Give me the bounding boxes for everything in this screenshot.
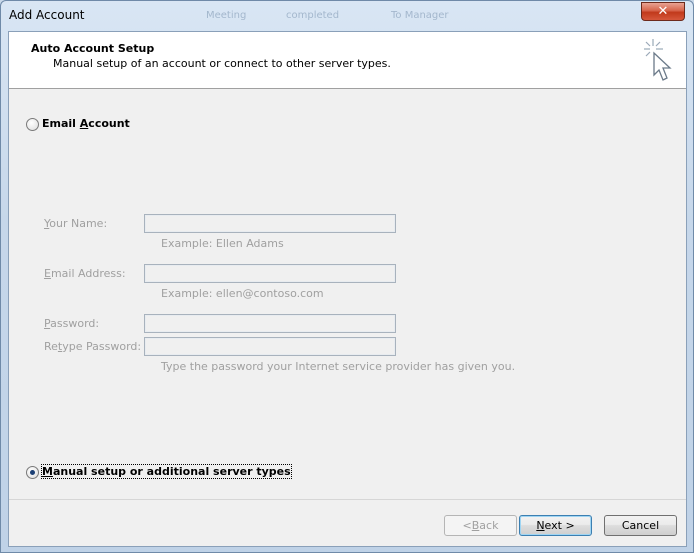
page-subtitle: Manual setup of an account or connect to… bbox=[53, 57, 391, 70]
email-account-label[interactable]: Email Account bbox=[42, 117, 130, 130]
cursor-sparkle-icon bbox=[644, 39, 672, 81]
your-name-label: Your Name: bbox=[44, 217, 108, 230]
email-account-radio[interactable] bbox=[26, 118, 39, 131]
wizard-header: Auto Account Setup Manual setup of an ac… bbox=[9, 32, 686, 89]
retype-password-input[interactable] bbox=[144, 337, 396, 356]
window-title: Add Account bbox=[9, 8, 85, 22]
email-address-label: Email Address: bbox=[44, 267, 126, 280]
background-taskbar-item: completed bbox=[286, 10, 340, 21]
email-address-hint: Example: ellen@contoso.com bbox=[161, 287, 324, 300]
email-address-input[interactable] bbox=[144, 264, 396, 283]
manual-setup-radio[interactable] bbox=[26, 466, 39, 479]
password-input[interactable] bbox=[144, 314, 396, 333]
dialog-body: Auto Account Setup Manual setup of an ac… bbox=[8, 31, 687, 547]
your-name-input[interactable] bbox=[144, 214, 396, 233]
password-label: Password: bbox=[44, 317, 100, 330]
password-hint: Type the password your Internet service … bbox=[161, 360, 516, 373]
back-button[interactable]: < Back bbox=[444, 515, 517, 536]
close-button[interactable]: ✕ bbox=[641, 2, 685, 21]
manual-setup-label[interactable]: Manual setup or additional server types bbox=[41, 464, 292, 479]
cancel-button[interactable]: Cancel bbox=[604, 515, 677, 536]
close-icon: ✕ bbox=[657, 4, 669, 19]
next-button[interactable]: Next > bbox=[519, 515, 592, 536]
title-bar[interactable]: Add Account Meeting completed To Manager… bbox=[1, 1, 693, 31]
background-taskbar-item: To Manager bbox=[391, 10, 449, 21]
add-account-window: Add Account Meeting completed To Manager… bbox=[0, 0, 694, 553]
footer-divider bbox=[9, 499, 686, 500]
page-title: Auto Account Setup bbox=[31, 42, 155, 55]
your-name-hint: Example: Ellen Adams bbox=[161, 237, 284, 250]
radio-selected-dot bbox=[30, 470, 35, 475]
background-taskbar-item: Meeting bbox=[206, 10, 247, 21]
retype-password-label: Retype Password: bbox=[44, 340, 142, 353]
